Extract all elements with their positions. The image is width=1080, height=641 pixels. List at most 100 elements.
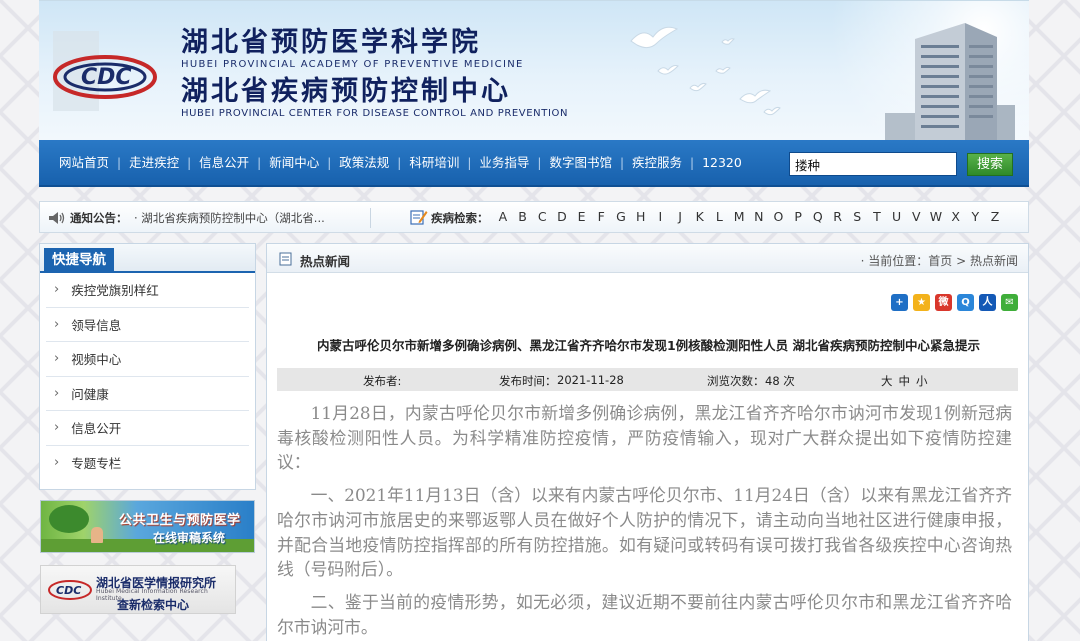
disease-index-letters: ABCDEFGHIJKLMNOPQRSTUVWXYZ (493, 209, 1005, 224)
notice-label: 通知公告： (70, 211, 128, 225)
share-weibo-icon[interactable]: 微 (935, 294, 952, 311)
section-header: 热点新闻 · 当前位置：首页 > 热点新闻 (267, 244, 1028, 273)
speaker-icon (49, 212, 65, 224)
quick-nav-heading: 快捷导航 (44, 248, 114, 273)
page-wrapper: CDC 湖北省预防医学科学院 HUBEI PROVINCIAL ACADEMY … (39, 0, 1029, 641)
nav-item-about[interactable]: 走进疾控 (121, 155, 187, 171)
font-size-small[interactable]: 小 (916, 374, 928, 388)
font-size-medium[interactable]: 中 (899, 374, 911, 388)
publisher-label: 发布者: (363, 374, 402, 388)
sidebar-item-ask-health[interactable]: › 问健康 (46, 377, 249, 411)
quick-nav-list: › 疾控党旗别样红 › 领导信息 › 视频中心 › 问健康 › 信息公开 › 专题专栏 (40, 273, 255, 480)
share-renren-icon[interactable]: 人 (979, 294, 996, 311)
search-input[interactable] (789, 152, 957, 176)
nav-items: 网站首页 | 走进疾控 | 信息公开 | 新闻中心 | 政策法规 | 科研培训 … (51, 155, 750, 171)
breadcrumb-separator: > (952, 254, 970, 268)
search-button[interactable]: 搜索 (967, 153, 1013, 176)
cdc-title-en: HUBEI PROVINCIAL CENTER FOR DISEASE CONT… (181, 108, 569, 119)
article-paragraph: 一、2021年11月13日（含）以来有内蒙古呼伦贝尔市、11月24日（含）以来有… (277, 485, 1012, 580)
font-size-controls: 大中小 (878, 373, 931, 389)
disease-index-letter[interactable]: M (729, 209, 749, 224)
nav-item-home[interactable]: 网站首页 (51, 155, 117, 171)
tree-icon (49, 505, 89, 533)
sidebar-item-video[interactable]: › 视频中心 (46, 342, 249, 377)
notice-bar: 通知公告： · 湖北省疾病预防控制中心（湖北省... 疾病检索： ABCDEFG… (39, 201, 1029, 233)
article-paragraph: 二、鉴于当前的疫情形势，如无必须，建议近期不要前往内蒙古呼伦贝尔市和黑龙江省齐齐… (277, 591, 1012, 637)
disease-index-label: 疾病检索： (431, 211, 489, 225)
disease-index-letter[interactable]: B (513, 209, 533, 224)
font-size-large[interactable]: 大 (881, 374, 893, 388)
views-value: 48 次 (765, 374, 795, 388)
disease-index-letter[interactable]: C (532, 209, 552, 224)
sidebar-item-label: 领导信息 (71, 317, 122, 333)
breadcrumb-current[interactable]: 热点新闻 (970, 254, 1018, 268)
sidebar-item-label: 问健康 (71, 386, 109, 402)
disease-index-letter[interactable]: V (906, 209, 926, 224)
nav-item-research[interactable]: 科研培训 (401, 155, 467, 171)
nav-item-guidance[interactable]: 业务指导 (471, 155, 537, 171)
dove-icon (739, 89, 771, 104)
edit-icon (410, 210, 428, 225)
disease-index-letter[interactable]: W (926, 209, 946, 224)
sidebar-item-info-disclosure[interactable]: › 信息公开 (46, 411, 249, 446)
quick-nav-box: 快捷导航 › 疾控党旗别样红 › 领导信息 › 视频中心 › 问健康 › 信息公开 › 专题… (39, 243, 256, 490)
disease-index-letter[interactable]: L (710, 209, 730, 224)
nav-item-news[interactable]: 新闻中心 (261, 155, 327, 171)
disease-index-letter[interactable]: D (552, 209, 572, 224)
disease-index-letter[interactable]: X (946, 209, 966, 224)
disease-index-letter[interactable]: P (788, 209, 808, 224)
sidebar-item-label: 疾控党旗别样红 (71, 283, 159, 299)
disease-index-letter[interactable]: N (749, 209, 769, 224)
disease-index-letter[interactable]: J (670, 209, 690, 224)
sidebar-item-party-flag[interactable]: › 疾控党旗别样红 (46, 273, 249, 308)
notice-text[interactable]: · 湖北省疾病预防控制中心（湖北省... (134, 210, 370, 226)
publish-time-value: 2021-11-28 (557, 373, 624, 387)
disease-index-letter[interactable]: Q (808, 209, 828, 224)
chevron-right-icon: › (54, 282, 60, 298)
disease-index-letter[interactable]: S (847, 209, 867, 224)
disease-index-letter[interactable]: Y (966, 209, 986, 224)
disease-index-letter[interactable]: G (611, 209, 631, 224)
nav-item-12320[interactable]: 12320 (694, 155, 750, 171)
disease-index-letter[interactable]: O (769, 209, 789, 224)
sidebar-item-special-topics[interactable]: › 专题专栏 (46, 446, 249, 481)
sidebar-item-leaders[interactable]: › 领导信息 (46, 308, 249, 342)
journal-banner-subtitle: 在线审稿系统 (153, 531, 226, 545)
publish-time-label: 发布时间： (499, 374, 557, 388)
disease-index-letter[interactable]: I (651, 209, 671, 224)
share-wechat-icon[interactable]: ✉ (1001, 294, 1018, 311)
sidebar-item-label: 信息公开 (71, 421, 122, 437)
dove-icon (763, 106, 781, 116)
breadcrumb: · 当前位置：首页 > 热点新闻 (861, 252, 1018, 269)
dove-icon (630, 26, 679, 49)
nav-item-info-disclosure[interactable]: 信息公开 (191, 155, 257, 171)
document-icon (279, 252, 292, 266)
chevron-right-icon: › (54, 385, 60, 401)
share-more-icon[interactable]: + (891, 294, 908, 311)
medical-info-institute-link[interactable]: CDC 湖北省医学情报研究所 Hubei Medical Information… (40, 565, 236, 614)
chevron-right-icon: › (54, 420, 60, 436)
disease-index-letter[interactable]: F (591, 209, 611, 224)
nav-item-policy[interactable]: 政策法规 (331, 155, 397, 171)
journal-review-banner[interactable]: 公共卫生与预防医学 在线审稿系统 (40, 500, 255, 553)
header-banner: CDC 湖北省预防医学科学院 HUBEI PROVINCIAL ACADEMY … (39, 0, 1029, 140)
cdc-logo-icon: CDC (53, 31, 157, 111)
disease-index-letter[interactable]: E (572, 209, 592, 224)
disease-index-letter[interactable]: H (631, 209, 651, 224)
views-label: 浏览次数： (707, 374, 765, 388)
disease-index-letter[interactable]: K (690, 209, 710, 224)
nav-item-library[interactable]: 数字图书馆 (541, 155, 620, 171)
nav-item-services[interactable]: 疾控服务 (624, 155, 690, 171)
dove-icon (689, 82, 707, 92)
share-qzone-icon[interactable]: ★ (913, 294, 930, 311)
chevron-right-icon: › (54, 316, 60, 332)
breadcrumb-home[interactable]: 首页 (928, 254, 952, 268)
share-tencent-weibo-icon[interactable]: Q (957, 294, 974, 311)
disease-index-letter[interactable]: R (828, 209, 848, 224)
disease-index-letter[interactable]: T (867, 209, 887, 224)
article-meta: 发布者: 发布时间： 2021-11-28 浏览次数： 48 次 大中小 (277, 368, 1018, 391)
disease-index-letter[interactable]: U (887, 209, 907, 224)
academy-title: 湖北省预防医学科学院 (181, 27, 481, 58)
disease-index-letter[interactable]: Z (985, 209, 1005, 224)
disease-index-letter[interactable]: A (493, 209, 513, 224)
